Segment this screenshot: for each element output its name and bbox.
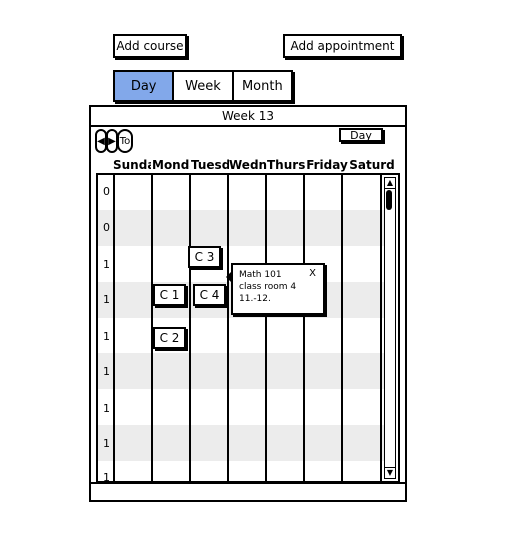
add-appointment-button[interactable]: Add appointment <box>283 34 402 58</box>
hour-label: 0 <box>103 185 110 198</box>
hour-label: 0 <box>103 221 110 234</box>
hour-label: 1 <box>103 258 110 271</box>
tab-week[interactable]: Week <box>172 72 231 100</box>
view-select-value: Day <box>350 128 372 142</box>
today-label: To <box>119 135 131 147</box>
popup-course-name: Math 101 <box>239 270 282 280</box>
hour-label: 1 <box>103 330 110 343</box>
course-popup: X Math 101 class room 4 11.-12. <box>226 263 325 315</box>
column-divider <box>265 175 267 481</box>
course-block[interactable]: C 2 <box>153 327 186 349</box>
scroll-up-icon[interactable]: ▲ <box>385 178 395 189</box>
calendar-footer <box>91 482 405 500</box>
row-stripe <box>98 353 388 389</box>
course-block[interactable]: C 4 <box>193 284 226 306</box>
popup-pointer <box>226 271 232 283</box>
arrow-left-icon: ◀ <box>97 135 105 147</box>
column-divider <box>227 175 229 481</box>
scroll-thumb[interactable] <box>386 190 392 210</box>
arrow-right-icon: ▶ <box>108 135 116 147</box>
row-stripe <box>98 425 388 461</box>
hour-label: 1 <box>103 293 110 306</box>
hour-label: 1 <box>103 365 110 378</box>
day-header-thursday: Thurs <box>267 158 305 172</box>
view-tabs: Day Week Month <box>113 70 293 102</box>
row-stripe <box>98 210 388 246</box>
day-header-wednesday: Wedn <box>229 158 267 172</box>
column-divider <box>341 175 343 481</box>
hour-label: 1 <box>103 402 110 415</box>
column-divider <box>303 175 305 481</box>
course-block[interactable]: C 3 <box>188 246 221 268</box>
vertical-scrollbar[interactable]: ▲ ▼ <box>384 177 396 479</box>
column-divider <box>113 175 115 481</box>
day-header-monday: Monda <box>152 158 190 172</box>
day-header-friday: Friday <box>306 158 348 172</box>
day-header-tuesday: Tuesd <box>191 158 229 172</box>
tab-month[interactable]: Month <box>231 72 291 100</box>
close-icon[interactable]: X <box>309 268 316 280</box>
add-course-button[interactable]: Add course <box>113 34 187 58</box>
course-block[interactable]: C 1 <box>153 284 186 306</box>
popup-room: class room 4 <box>239 282 297 292</box>
calendar-window: Week 13 ◀ ▶ To Day Sunda Monda Tuesd Wed… <box>89 105 407 502</box>
column-divider <box>189 175 191 481</box>
tab-day[interactable]: Day <box>115 72 173 100</box>
week-grid: 0 0 1 1 1 1 1 1 1 ▲ ▼ <box>96 173 400 483</box>
week-title: Week 13 <box>91 107 405 127</box>
day-header-saturday: Saturd <box>349 158 395 172</box>
day-header-sunday: Sunda <box>113 158 151 172</box>
hour-label: 1 <box>103 437 110 450</box>
popup-time: 11.-12. <box>239 294 271 304</box>
column-divider <box>380 175 382 481</box>
view-select[interactable]: Day <box>339 128 383 142</box>
scroll-down-icon[interactable]: ▼ <box>385 467 395 478</box>
today-button[interactable]: To <box>117 129 133 153</box>
